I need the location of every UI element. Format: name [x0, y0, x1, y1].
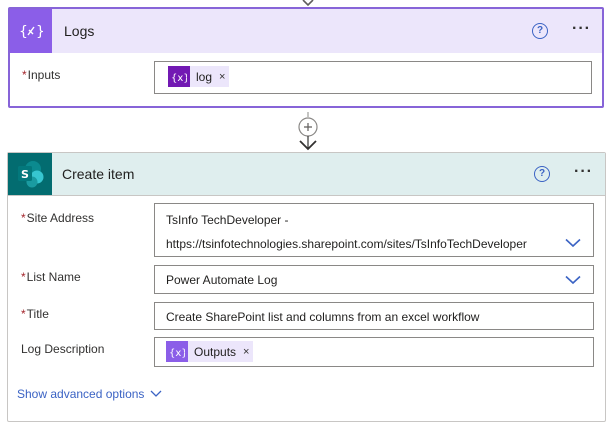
log-token[interactable]: {x} log × — [168, 66, 230, 87]
log-description-label: Log Description — [21, 342, 105, 356]
remove-token-icon[interactable]: × — [243, 346, 249, 358]
add-step-connector[interactable] — [296, 112, 320, 152]
log-token-text: log — [196, 69, 213, 84]
site-address-dropdown[interactable]: TsInfo TechDeveloper - https://tsinfotec… — [154, 203, 594, 257]
required-mark: * — [22, 68, 27, 82]
chevron-down-icon[interactable] — [565, 275, 581, 285]
inputs-field[interactable]: {x} log × — [154, 61, 592, 94]
site-address-label-text: Site Address — [26, 211, 95, 225]
inputs-label: *Inputs — [22, 68, 60, 82]
title-value: Create SharePoint list and columns from … — [166, 310, 480, 324]
sharepoint-icon: S — [8, 153, 52, 195]
top-arrow-icon — [302, 0, 314, 6]
outputs-token[interactable]: {x} Outputs × — [166, 341, 254, 362]
required-mark: * — [21, 270, 26, 284]
svg-text:{x}: {x} — [171, 73, 187, 83]
site-address-line2: https://tsinfotechnologies.sharepoint.co… — [166, 237, 527, 251]
logs-card-title: Logs — [64, 23, 95, 39]
svg-text:{x}: {x} — [169, 348, 185, 358]
site-address-line1: TsInfo TechDeveloper - — [166, 213, 289, 227]
logs-action-card[interactable]: { } Logs ? ··· *Inputs {x} log × — [8, 7, 604, 108]
create-item-card-title: Create item — [62, 166, 135, 182]
required-mark: * — [21, 307, 26, 321]
required-mark: * — [21, 211, 26, 225]
help-icon[interactable]: ? — [534, 166, 550, 182]
create-item-card-header[interactable]: S Create item ? ··· — [8, 153, 605, 196]
sharepoint-icon-letter: S — [21, 168, 29, 181]
inputs-label-text: Inputs — [27, 68, 61, 82]
svg-text:{: { — [19, 24, 28, 40]
chevron-down-icon — [150, 390, 162, 397]
outputs-token-text: Outputs — [194, 344, 237, 359]
show-advanced-options-text: Show advanced options — [17, 387, 145, 401]
title-label: *Title — [21, 307, 49, 321]
help-icon[interactable]: ? — [532, 23, 548, 39]
title-label-text: Title — [26, 307, 49, 321]
more-options-icon[interactable]: ··· — [574, 163, 593, 181]
create-item-action-card[interactable]: S Create item ? ··· *Site Address TsInfo… — [7, 152, 606, 422]
list-name-label: *List Name — [21, 270, 81, 284]
chevron-down-icon[interactable] — [565, 238, 581, 248]
list-name-value: Power Automate Log — [166, 273, 278, 287]
variable-icon: {x} — [168, 66, 190, 87]
list-name-label-text: List Name — [26, 270, 81, 284]
show-advanced-options-link[interactable]: Show advanced options — [17, 387, 162, 401]
more-options-icon[interactable]: ··· — [572, 20, 591, 38]
remove-token-icon[interactable]: × — [219, 71, 225, 83]
log-description-input[interactable]: {x} Outputs × — [154, 337, 594, 367]
logs-card-header[interactable]: { } Logs ? ··· — [10, 9, 602, 53]
variable-icon: {x} — [166, 341, 188, 362]
list-name-dropdown[interactable]: Power Automate Log — [154, 265, 594, 294]
variable-braces-icon: { } — [10, 9, 52, 53]
site-address-label: *Site Address — [21, 211, 94, 225]
svg-text:}: } — [36, 24, 43, 40]
title-input[interactable]: Create SharePoint list and columns from … — [154, 302, 594, 330]
